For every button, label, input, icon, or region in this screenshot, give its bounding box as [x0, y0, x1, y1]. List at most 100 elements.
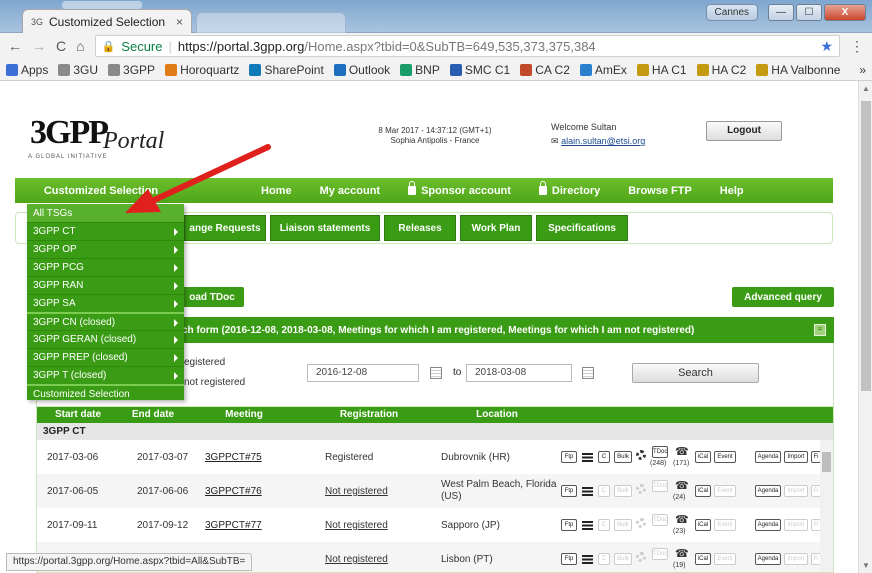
- bookmark-item[interactable]: HA C2: [696, 63, 746, 77]
- nav-item-help[interactable]: Help: [706, 185, 758, 197]
- 3gpp-logo[interactable]: 3GPP: [30, 114, 109, 152]
- scroll-up-icon[interactable]: ▲: [862, 84, 870, 93]
- bookmark-item[interactable]: CA C2: [520, 63, 570, 77]
- dropdown-item[interactable]: Customized Selection: [27, 384, 184, 402]
- tab-liaison-statements[interactable]: Liaison statements: [270, 215, 380, 241]
- event-button[interactable]: Event: [714, 451, 736, 463]
- nav-item-my-account[interactable]: My account: [306, 185, 395, 197]
- c-button[interactable]: C: [598, 553, 610, 565]
- profile-chip[interactable]: Cannes: [705, 4, 758, 21]
- tab-specifications[interactable]: Specifications: [536, 215, 628, 241]
- collapse-icon[interactable]: ≈: [814, 324, 826, 336]
- tab-work-plan[interactable]: Work Plan: [460, 215, 532, 241]
- agenda-button[interactable]: Agenda: [755, 519, 781, 531]
- tdoc-button[interactable]: TDoc: [652, 446, 668, 458]
- tab-releases[interactable]: Releases: [384, 215, 456, 241]
- participants-icon[interactable]: ☎: [675, 547, 689, 560]
- bookmarks-overflow-icon[interactable]: »: [859, 63, 866, 77]
- dropdown-item[interactable]: 3GPP GERAN (closed): [27, 330, 184, 348]
- col-registration[interactable]: Registration: [301, 409, 437, 420]
- participants-icon[interactable]: ☎: [675, 513, 689, 526]
- dropdown-item[interactable]: All TSGs: [27, 204, 184, 222]
- col-end-date[interactable]: End date: [119, 409, 187, 420]
- col-location[interactable]: Location: [437, 409, 557, 420]
- ftp-button[interactable]: Ftp: [561, 553, 577, 565]
- dropdown-item[interactable]: 3GPP CN (closed): [27, 312, 184, 330]
- scroll-down-icon[interactable]: ▼: [862, 561, 870, 570]
- url-field[interactable]: 🔒 Secure | https://portal.3gpp.org/Home.…: [94, 35, 840, 57]
- list-icon[interactable]: [582, 487, 593, 496]
- nav-item-browse-ftp[interactable]: Browse FTP: [614, 185, 706, 197]
- settings-gear-icon[interactable]: [636, 484, 646, 494]
- import-button[interactable]: Import: [784, 553, 808, 565]
- ical-button[interactable]: iCal: [695, 451, 711, 463]
- import-button[interactable]: Import: [784, 485, 808, 497]
- bookmark-item[interactable]: Outlook: [333, 63, 390, 77]
- option-registered[interactable]: egistered: [184, 357, 225, 368]
- to-date-input[interactable]: 2018-03-08: [466, 364, 572, 382]
- settings-gear-icon[interactable]: [636, 552, 646, 562]
- agenda-button[interactable]: Agenda: [755, 553, 781, 565]
- back-icon[interactable]: ←: [8, 38, 22, 54]
- close-window-button[interactable]: X: [824, 4, 866, 21]
- email-link[interactable]: alain.sultan@etsi.org: [561, 136, 645, 146]
- event-button[interactable]: Event: [714, 553, 736, 565]
- dropdown-item[interactable]: 3GPP RAN: [27, 276, 184, 294]
- dropdown-item[interactable]: 3GPP PREP (closed): [27, 348, 184, 366]
- list-icon[interactable]: [582, 521, 593, 530]
- bookmark-item[interactable]: SMC C1: [449, 63, 510, 77]
- agenda-button[interactable]: Agenda: [755, 451, 781, 463]
- reload-icon[interactable]: C: [56, 38, 66, 54]
- list-icon[interactable]: [582, 453, 593, 462]
- page-scrollbar[interactable]: ▲ ▼: [858, 81, 872, 573]
- c-button[interactable]: C: [598, 485, 610, 497]
- dropdown-item[interactable]: 3GPP T (closed): [27, 366, 184, 384]
- page-scroll-thumb[interactable]: [861, 101, 871, 391]
- bookmark-item[interactable]: SharePoint: [249, 63, 324, 77]
- bookmark-item[interactable]: AmEx: [579, 63, 627, 77]
- agenda-button[interactable]: Agenda: [755, 485, 781, 497]
- bookmark-item[interactable]: 3GPP: [108, 63, 155, 77]
- option-not-registered[interactable]: not registered: [184, 377, 245, 388]
- maximize-button[interactable]: ☐: [796, 4, 822, 21]
- forward-icon[interactable]: →: [32, 38, 46, 54]
- bookmark-item[interactable]: HA Valbonne: [756, 63, 840, 77]
- logout-button[interactable]: Logout: [706, 121, 782, 141]
- tdoc-button[interactable]: TDoc: [652, 514, 668, 526]
- search-button[interactable]: Search: [632, 363, 759, 383]
- bookmark-item[interactable]: BNP: [400, 63, 440, 77]
- home-icon[interactable]: ⌂: [76, 38, 84, 54]
- from-calendar-icon[interactable]: [430, 367, 442, 379]
- nav-item-directory[interactable]: Directory: [525, 180, 614, 197]
- c-button[interactable]: C: [598, 451, 610, 463]
- cell-meeting-link[interactable]: 3GPPCT#77: [205, 520, 262, 531]
- bulk-button[interactable]: Bulk: [614, 451, 632, 463]
- browser-tab-active[interactable]: 3G Customized Selection ×: [22, 9, 192, 34]
- dropdown-item[interactable]: 3GPP SA: [27, 294, 184, 312]
- bookmark-star-icon[interactable]: ★: [820, 38, 833, 55]
- c-button[interactable]: C: [598, 519, 610, 531]
- settings-gear-icon[interactable]: [636, 450, 646, 460]
- bulk-button[interactable]: Bulk: [614, 485, 632, 497]
- browser-menu-icon[interactable]: ⋮: [850, 38, 864, 55]
- dropdown-item[interactable]: 3GPP OP: [27, 240, 184, 258]
- nav-item-sponsor-account[interactable]: Sponsor account: [394, 180, 525, 197]
- bookmark-item[interactable]: 3GU: [58, 63, 98, 77]
- tdoc-button[interactable]: TDoc: [652, 548, 668, 560]
- cell-meeting-link[interactable]: 3GPPCT#75: [205, 452, 262, 463]
- browser-tab-new[interactable]: [196, 12, 346, 34]
- col-start-date[interactable]: Start date: [37, 409, 119, 420]
- bookmark-item[interactable]: HA C1: [636, 63, 687, 77]
- from-date-input[interactable]: 2016-12-08: [307, 364, 419, 382]
- ftp-button[interactable]: Ftp: [561, 451, 577, 463]
- upload-tdoc-button[interactable]: oad TDoc: [180, 287, 244, 307]
- advanced-query-button[interactable]: Advanced query: [732, 287, 834, 307]
- ical-button[interactable]: iCal: [695, 553, 711, 565]
- nav-item-home[interactable]: Home: [247, 185, 306, 197]
- settings-gear-icon[interactable]: [636, 518, 646, 528]
- import-button[interactable]: Import: [784, 519, 808, 531]
- dropdown-item[interactable]: 3GPP PCG: [27, 258, 184, 276]
- cell-meeting-link[interactable]: 3GPPCT#76: [205, 486, 262, 497]
- list-icon[interactable]: [582, 555, 593, 564]
- minimize-button[interactable]: —: [768, 4, 794, 21]
